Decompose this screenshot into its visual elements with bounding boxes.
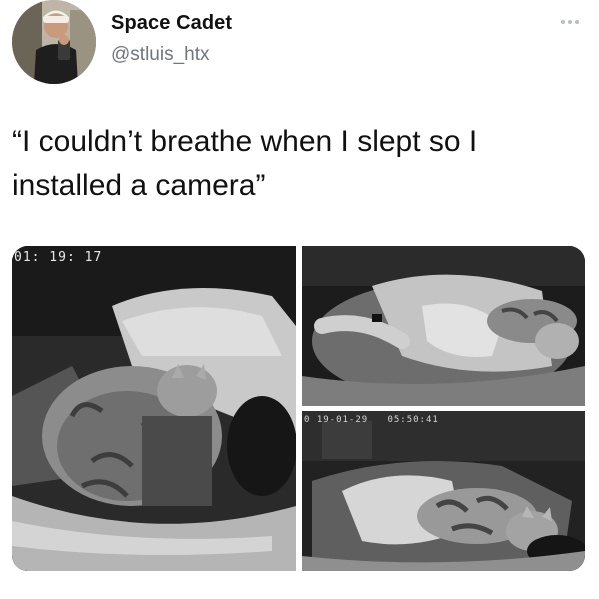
divider xyxy=(0,590,599,599)
more-horizontal-icon[interactable] xyxy=(561,17,583,27)
author-display-name[interactable]: Space Cadet xyxy=(111,12,232,35)
dot xyxy=(575,20,579,24)
photo-main-image xyxy=(12,246,296,571)
avatar-image xyxy=(12,0,96,84)
camera-timestamp: 0 19-01-29 05:50:41 xyxy=(304,415,439,425)
author-handle[interactable]: @stluis_htx xyxy=(111,44,210,66)
photo-bottom-right-image xyxy=(302,411,585,571)
photo-bottom-right[interactable]: 0 19-01-29 05:50:41 xyxy=(302,411,585,571)
dot xyxy=(561,20,565,24)
camera-timestamp: 01: 19: 17 xyxy=(14,250,103,265)
photo-main[interactable]: 01: 19: 17 xyxy=(12,246,296,571)
media-grid: 01: 19: 17 0 19-01-29 05:50:41 xyxy=(12,246,585,571)
dot xyxy=(568,20,572,24)
photo-top-right[interactable] xyxy=(302,246,585,406)
tweet-text: “I couldn’t breathe when I slept so I in… xyxy=(12,125,478,202)
photo-top-right-image xyxy=(302,246,585,406)
avatar[interactable] xyxy=(12,0,96,84)
